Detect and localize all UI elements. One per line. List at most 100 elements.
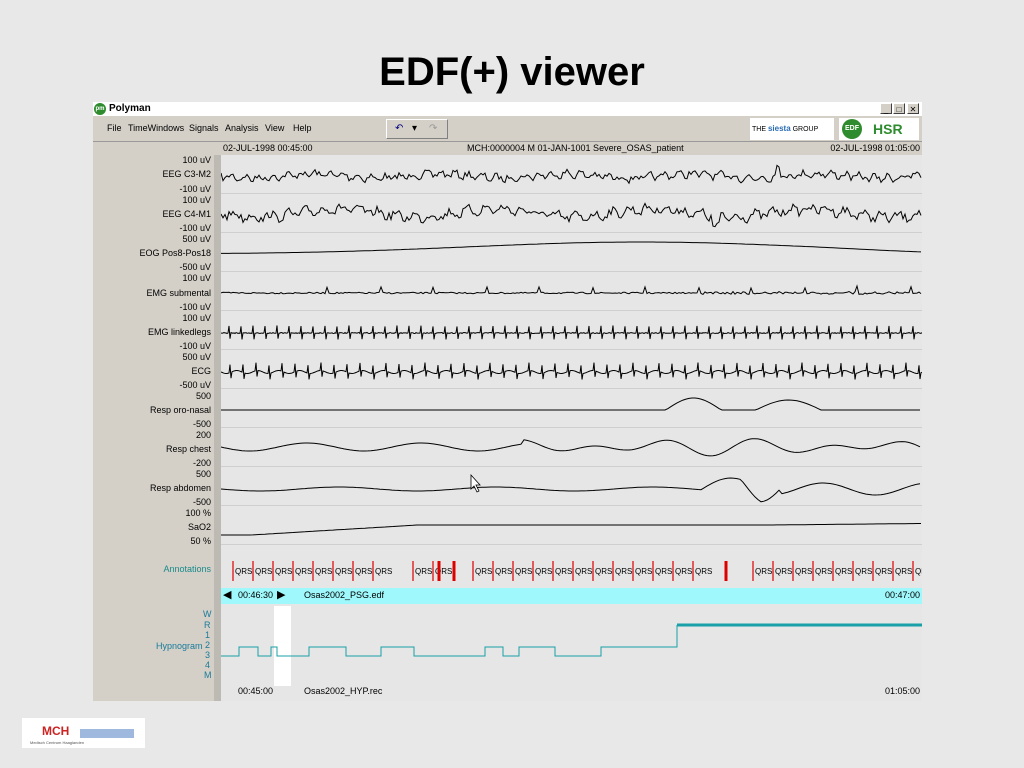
emg-submental-trace (220, 284, 922, 296)
annotation-qrs-label: QRS (855, 567, 872, 576)
maximize-button[interactable]: □ (893, 103, 905, 114)
signal-traces: QRS QRS QRS QRS QRS QRS QRS QRS QRS QRS QRS QRS QRS Q… (220, 164, 932, 581)
channel-name-ecg[interactable]: ECG (191, 366, 211, 376)
channel-name-resp-oronasal[interactable]: Resp oro-nasal (150, 405, 211, 415)
annotation-qrs-label: QRS (275, 567, 292, 576)
channel-top-scale: 500 (195, 469, 211, 479)
channel-top-scale: 100 % (185, 508, 211, 518)
annotation-qrs-label: QRS (635, 567, 652, 576)
scroll-right-arrow-icon[interactable]: ▶ (277, 588, 285, 601)
annotation-qrs-label: QRS (915, 567, 922, 576)
channel-name-emg-submental[interactable]: EMG submental (146, 288, 211, 298)
channel-name-sao2[interactable]: SaO2 (188, 522, 211, 532)
stage-label: R (204, 620, 211, 630)
hypnogram-info-bar: 00:45:00 Osas2002_HYP.rec 01:05:00 (221, 686, 922, 701)
annotation-qrs-label: QRS (815, 567, 832, 576)
menu-signals[interactable]: Signals (189, 123, 219, 133)
signal-display[interactable]: QRS QRS QRS QRS QRS QRS QRS QRS QRS QRS QRS QRS QRS Q… (220, 155, 932, 596)
channel-bottom-scale: -500 (192, 419, 211, 429)
channel-name-emg-legs[interactable]: EMG linkedlegs (148, 327, 211, 337)
start-datetime: 02-JUL-1998 00:45:00 (223, 143, 313, 153)
siesta-logo-name: siesta (767, 124, 791, 133)
channel-bottom-scale: -100 uV (179, 223, 211, 233)
annotation-qrs-label: QRS (415, 567, 432, 576)
channel-name-eeg-c4m1[interactable]: EEG C4-M1 (162, 209, 211, 219)
hypnogram-window-highlight (274, 606, 291, 686)
stage-label: 3 (205, 650, 211, 660)
end-datetime: 02-JUL-1998 01:05:00 (830, 143, 920, 153)
redo-icon[interactable]: ↷ (429, 123, 437, 134)
hypnogram-file-name: Osas2002_HYP.rec (304, 686, 383, 696)
channel-top-scale: 100 uV (182, 313, 211, 323)
annotation-qrs-label: QRS (755, 567, 772, 576)
eeg-c3-trace (220, 164, 922, 185)
annotation-qrs-label: QRS (475, 567, 492, 576)
annotation-qrs-label: QRS (375, 567, 392, 576)
menu-file[interactable]: File (107, 123, 122, 133)
mouse-cursor-icon (470, 473, 481, 493)
channel-name-resp-chest[interactable]: Resp chest (166, 444, 211, 454)
ecg-trace (220, 362, 923, 380)
annotation-qrs-label: QRS (675, 567, 692, 576)
sao2-trace (221, 523, 921, 536)
menu-help[interactable]: Help (293, 123, 312, 133)
channel-name-resp-abdomen[interactable]: Resp abdomen (150, 483, 211, 493)
annotation-qrs-label: QRS (615, 567, 632, 576)
annotation-qrs-label: QRS (235, 567, 252, 576)
annotations-label[interactable]: Annotations (163, 564, 211, 574)
eeg-c4-trace (220, 202, 922, 228)
emg-legs-trace (220, 325, 923, 340)
annotation-qrs-label: QRS (295, 567, 312, 576)
channel-top-scale: 500 uV (182, 234, 211, 244)
channel-name-eeg-c3m2[interactable]: EEG C3-M2 (162, 169, 211, 179)
minimize-button[interactable]: _ (880, 103, 892, 114)
hypnogram-start-time: 00:45:00 (238, 686, 274, 696)
resp-oronasal-trace (221, 397, 920, 411)
annotation-qrs-label: QRS (775, 567, 792, 576)
annotation-qrs-label: QRS (515, 567, 532, 576)
annotation-qrs-label: QRS (895, 567, 912, 576)
psg-file-name: Osas2002_PSG.edf (304, 590, 385, 600)
stage-label: 1 (205, 630, 211, 640)
time-navigation-bar: ◀ 00:46:30 ▶ Osas2002_PSG.edf 00:47:00 (221, 588, 922, 604)
channel-bottom-scale: -100 uV (179, 341, 211, 351)
channel-top-scale: 500 uV (182, 352, 211, 362)
channel-name-eog[interactable]: EOG Pos8-Pos18 (139, 248, 211, 258)
dropdown-arrow-icon[interactable]: ▾ (412, 123, 417, 134)
channel-top-scale: 100 uV (182, 155, 211, 165)
channel-bottom-scale: -500 (192, 497, 211, 507)
scroll-left-arrow-icon[interactable]: ◀ (223, 588, 231, 601)
eog-trace (221, 241, 922, 254)
channel-labels-panel: 100 uV EEG C3-M2 -100 uV 100 uV EEG C4-M… (93, 155, 214, 701)
mch-logo-text: MCH (42, 724, 70, 738)
window-title: Polyman (109, 103, 151, 114)
annotation-qrs-label: QRS (595, 567, 612, 576)
mch-logo: MCH Medisch Centrum Haaglanden (22, 718, 145, 748)
polyman-app-icon[interactable]: pm (94, 103, 106, 115)
hypnogram-label[interactable]: Hypnogram (156, 641, 203, 651)
menu-analysis[interactable]: Analysis (225, 123, 259, 133)
annotation-qrs-label: QRS (495, 567, 512, 576)
polyman-window: pm Polyman _ □ ✕ File TimeWindows Signal… (93, 102, 932, 701)
hypnogram-display[interactable] (221, 604, 922, 686)
menu-timewindows[interactable]: TimeWindows (128, 123, 184, 133)
hsr-text: HSR (873, 121, 903, 137)
annotation-qrs-label: QRS (695, 567, 712, 576)
siesta-logo-suffix: GROUP (792, 126, 819, 133)
siesta-group-logo: THE siesta GROUP (750, 118, 834, 140)
channel-top-scale: 500 (195, 391, 211, 401)
stage-label: 4 (205, 660, 211, 670)
undo-icon[interactable]: ↶ (395, 123, 403, 134)
channel-top-scale: 100 uV (182, 195, 211, 205)
menu-bar: File TimeWindows Signals Analysis View H… (93, 116, 922, 142)
vertical-scrollbar[interactable] (214, 155, 221, 701)
menu-view[interactable]: View (265, 123, 284, 133)
edf-badge-icon: EDF (842, 119, 862, 139)
cursor-time: 00:46:30 (238, 590, 274, 600)
history-toolbar: ↶ ▾ ↷ (386, 119, 448, 139)
title-bar[interactable]: pm Polyman _ □ ✕ (93, 102, 922, 116)
channel-bottom-scale: -500 uV (179, 262, 211, 272)
annotation-qrs-label: QRS (255, 567, 272, 576)
close-button[interactable]: ✕ (907, 103, 919, 114)
channel-bottom-scale: -100 uV (179, 184, 211, 194)
